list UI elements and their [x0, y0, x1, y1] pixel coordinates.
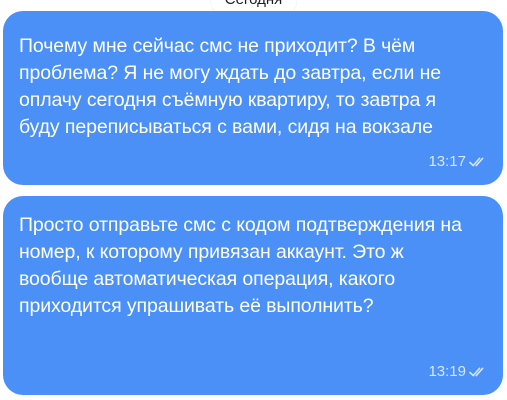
double-check-icon [469, 156, 487, 168]
message-meta: 13:17 [428, 153, 487, 171]
outgoing-message[interactable]: Просто отправьте смс с кодом подтвержден… [3, 196, 503, 395]
double-check-icon [469, 366, 487, 378]
message-time: 13:19 [428, 363, 466, 380]
message-meta: 13:19 [428, 363, 487, 381]
message-time: 13:17 [428, 153, 466, 170]
message-text: Просто отправьте смс с кодом подтвержден… [19, 214, 462, 317]
message-text: Почему мне сейчас смс не приходит? В чём… [19, 35, 442, 138]
outgoing-message[interactable]: Почему мне сейчас смс не приходит? В чём… [3, 11, 503, 185]
